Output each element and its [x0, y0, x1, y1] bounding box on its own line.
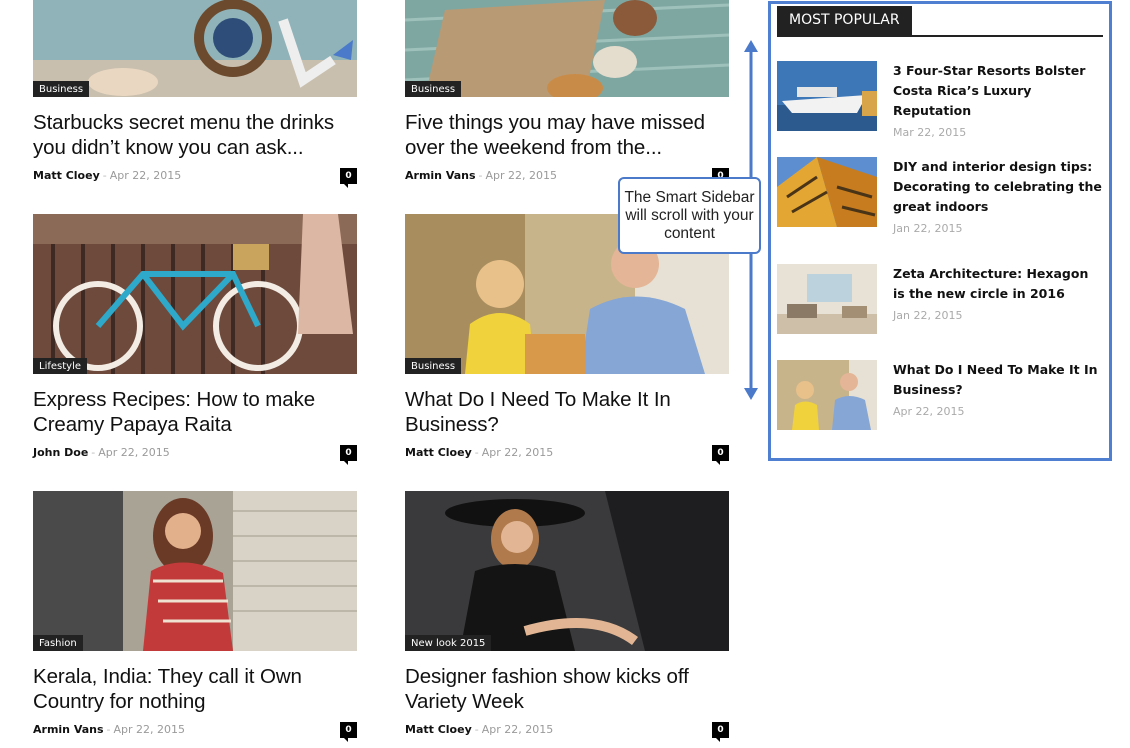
popular-thumbnail[interactable] — [777, 264, 877, 334]
post-author[interactable]: Matt Cloey — [405, 723, 472, 736]
popular-thumbnail[interactable] — [777, 360, 877, 430]
popular-title[interactable]: DIY and interior design tips: Decorating… — [893, 157, 1103, 239]
post-thumbnail[interactable]: Fashion — [33, 491, 357, 651]
post-title[interactable]: What Do I Need To Make It In Business? — [405, 387, 729, 437]
post-thumbnail[interactable]: Business — [405, 0, 729, 97]
bicycle-image — [33, 214, 357, 374]
post-title[interactable]: Designer fashion show kicks off Variety … — [405, 664, 729, 714]
post-meta: Armin Vans - Apr 22, 2015 0 — [33, 722, 357, 742]
post-date: Apr 22, 2015 — [481, 446, 554, 459]
post-thumbnail[interactable]: New look 2015 — [405, 491, 729, 651]
comment-count[interactable]: 0 — [340, 722, 357, 742]
comment-count[interactable]: 0 — [340, 168, 357, 188]
architecture-image — [777, 157, 877, 227]
popular-title[interactable]: What Do I Need To Make It In Business? Ap… — [893, 360, 1103, 422]
post-meta: John Doe - Apr 22, 2015 0 — [33, 445, 357, 465]
post-date: Apr 22, 2015 — [113, 723, 186, 736]
category-badge[interactable]: Business — [33, 81, 90, 97]
post-author[interactable]: Armin Vans — [405, 169, 476, 182]
post-date: Apr 22, 2015 — [109, 169, 182, 182]
popular-thumbnail[interactable] — [777, 61, 877, 131]
cafe-couple-small-image — [777, 360, 877, 430]
post-title[interactable]: Kerala, India: They call it Own Country … — [33, 664, 357, 714]
comment-count[interactable]: 0 — [340, 445, 357, 465]
post-meta: Matt Cloey - Apr 22, 2015 0 — [405, 445, 729, 465]
popular-date: Apr 22, 2015 — [893, 405, 965, 418]
category-badge[interactable]: Business — [405, 81, 462, 97]
popular-date: Mar 22, 2015 — [893, 126, 967, 139]
yacht-image — [777, 61, 877, 131]
popular-date: Jan 22, 2015 — [893, 222, 963, 235]
post-date: Apr 22, 2015 — [98, 446, 170, 459]
category-badge[interactable]: Fashion — [33, 635, 83, 651]
post-date: Apr 22, 2015 — [485, 169, 558, 182]
popular-date: Jan 22, 2015 — [893, 309, 963, 322]
post-card: Fashion Kerala, India: They call it Own … — [33, 491, 357, 742]
post-card: Business Five things you may have missed… — [405, 0, 729, 188]
popular-thumbnail[interactable] — [777, 157, 877, 227]
post-meta: Matt Cloey - Apr 22, 2015 0 — [33, 168, 357, 188]
interior-image — [777, 264, 877, 334]
post-author[interactable]: John Doe — [33, 446, 88, 459]
comment-count[interactable]: 0 — [712, 445, 729, 465]
category-badge[interactable]: Business — [405, 358, 462, 374]
post-card: Business Starbucks secret menu the drink… — [33, 0, 357, 188]
post-author[interactable]: Matt Cloey — [33, 169, 100, 182]
sidebar-heading-label: MOST POPULAR — [777, 6, 912, 35]
post-meta: Matt Cloey - Apr 22, 2015 0 — [405, 722, 729, 742]
post-thumbnail[interactable]: Business — [33, 0, 357, 97]
post-card: New look 2015 Designer fashion show kick… — [405, 491, 729, 742]
comment-count[interactable]: 0 — [712, 722, 729, 742]
category-badge[interactable]: Lifestyle — [33, 358, 88, 374]
woman-in-car-image — [405, 491, 729, 651]
smart-sidebar-callout: The Smart Sidebar will scroll with your … — [618, 177, 761, 254]
post-card: Lifestyle Express Recipes: How to make C… — [33, 214, 357, 465]
post-title[interactable]: Five things you may have missed over the… — [405, 110, 729, 160]
post-author[interactable]: Matt Cloey — [405, 446, 472, 459]
woman-brick-wall-image — [33, 491, 357, 651]
post-date: Apr 22, 2015 — [481, 723, 554, 736]
popular-title[interactable]: 3 Four-Star Resorts Bolster Costa Rica’s… — [893, 61, 1103, 143]
post-thumbnail[interactable]: Lifestyle — [33, 214, 357, 374]
post-author[interactable]: Armin Vans — [33, 723, 104, 736]
popular-title[interactable]: Zeta Architecture: Hexagon is the new ci… — [893, 264, 1103, 326]
category-badge[interactable]: New look 2015 — [405, 635, 492, 651]
post-title[interactable]: Starbucks secret menu the drinks you did… — [33, 110, 357, 160]
post-title[interactable]: Express Recipes: How to make Creamy Papa… — [33, 387, 357, 437]
sidebar-heading: MOST POPULAR — [777, 6, 1103, 37]
smart-sidebar: MOST POPULAR 3 Four-Star Resorts Bolster… — [768, 1, 1112, 461]
